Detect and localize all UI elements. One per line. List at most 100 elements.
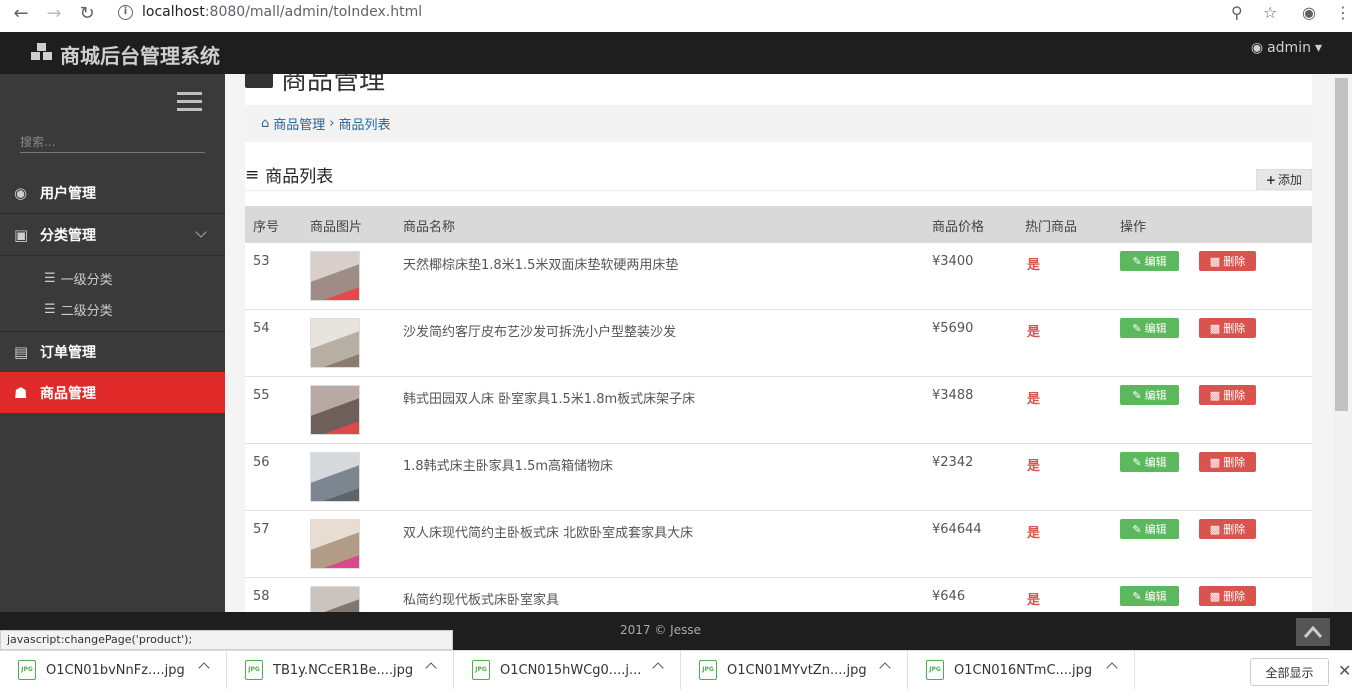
sidebar-item-categories[interactable]: ▣ 分类管理 — [0, 214, 225, 255]
table-row: 53 天然椰棕床垫1.8米1.5米双面床垫软硬两用床垫 ¥3400 是 ✎ 编辑 ▩ 删除 — [245, 243, 1312, 310]
edit-button-label: 编辑 — [1144, 255, 1167, 268]
trash-icon: ▩ — [1209, 589, 1221, 603]
more-menu-icon[interactable]: ⋮ — [1335, 3, 1351, 22]
trash-icon: ▩ — [1209, 455, 1221, 469]
breadcrumb-item[interactable]: 商品列表 — [338, 114, 390, 133]
profile-icon[interactable]: ◉ — [1302, 3, 1316, 22]
delete-button[interactable]: ▩ 删除 — [1199, 385, 1256, 405]
column-header: 商品价格 — [932, 220, 985, 235]
chevron-up-icon[interactable] — [879, 662, 891, 674]
product-name: 沙发简约客厅皮布艺沙发可拆洗小户型整装沙发 — [403, 325, 677, 340]
image-file-icon: JPG — [926, 660, 944, 680]
key-icon[interactable]: ⚲ — [1231, 3, 1243, 22]
main-area: 商品管理 ⌂ 商品管理 › 商品列表 ≡ 商品列表 + 添加 序号 商品图片 商… — [225, 74, 1333, 612]
table-row: 58 私简约现代板式床卧室家具 ¥646 是 ✎ 编辑 ▩ 删除 — [245, 578, 1312, 612]
delete-button-label: 删除 — [1223, 590, 1246, 603]
info-icon[interactable]: i — [118, 5, 133, 20]
delete-button-label: 删除 — [1223, 456, 1246, 469]
delete-button[interactable]: ▩ 删除 — [1199, 452, 1256, 472]
product-name: 韩式田园双人床 卧室家具1.5米1.8m板式床架子床 — [403, 392, 696, 407]
download-item[interactable]: JPG TB1y.NCcER1Be....jpg — [227, 651, 454, 689]
download-filename: O1CN01bvNnFz....jpg — [46, 662, 185, 678]
show-all-downloads-button[interactable]: 全部显示 — [1250, 658, 1329, 686]
download-item[interactable]: JPG O1CN01MYvtZn....jpg — [681, 651, 908, 689]
row-id: 53 — [253, 254, 270, 269]
forward-arrow-icon[interactable]: → — [43, 2, 65, 24]
sidebar-item-users[interactable]: ◉ 用户管理 — [0, 172, 225, 213]
downloads-bar: JPG O1CN01bvNnFz....jpg JPG TB1y.NCcER1Be..… — [0, 650, 1352, 689]
chevron-up-icon[interactable] — [652, 662, 664, 674]
product-name: 双人床现代简约主卧板式床 北欧卧室成套家具大床 — [403, 526, 694, 541]
sidebar-item-orders[interactable]: ▤ 订单管理 — [0, 331, 225, 372]
sidebar-subitem-level2[interactable]: ☰ 二级分类 — [44, 300, 113, 319]
sidebar-item-label: 商品管理 — [40, 385, 96, 402]
url-path: :8080/mall/admin/toIndex.html — [204, 4, 423, 20]
page-title: 商品管理 — [245, 74, 385, 97]
star-icon[interactable]: ☆ — [1263, 3, 1277, 22]
caret-down-icon: ▾ — [1314, 40, 1322, 56]
delete-button[interactable]: ▩ 删除 — [1199, 519, 1256, 539]
edit-button[interactable]: ✎ 编辑 — [1120, 452, 1179, 472]
file-text-icon: ▤ — [14, 342, 29, 361]
column-header: 商品图片 — [310, 220, 363, 235]
edit-icon: ✎ — [1132, 321, 1142, 335]
sidebar-item-label: 分类管理 — [40, 227, 96, 244]
product-name: 私简约现代板式床卧室家具 — [403, 593, 560, 608]
sidebar-search-input[interactable] — [20, 131, 205, 153]
download-item[interactable]: JPG O1CN016NTmC....jpg — [908, 651, 1135, 689]
admin-username: admin — [1267, 40, 1311, 56]
delete-button[interactable]: ▩ 删除 — [1199, 586, 1256, 606]
app-title[interactable]: 商城后台管理系统 — [30, 40, 220, 69]
hamburger-menu-icon[interactable] — [177, 92, 202, 112]
product-thumbnail — [310, 251, 360, 301]
hot-product-flag: 是 — [1027, 258, 1041, 273]
sidebar-subitem-level1[interactable]: ☰ 一级分类 — [44, 269, 113, 288]
delete-button[interactable]: ▩ 删除 — [1199, 251, 1256, 271]
edit-button-label: 编辑 — [1144, 322, 1167, 335]
chevron-up-icon — [1303, 625, 1323, 638]
edit-icon: ✎ — [1132, 388, 1142, 402]
user-circle-icon: ◉ — [14, 183, 28, 202]
hot-product-flag: 是 — [1027, 593, 1041, 608]
admin-user-menu[interactable]: ◉ admin ▾ — [1251, 40, 1322, 56]
delete-button[interactable]: ▩ 删除 — [1199, 318, 1256, 338]
row-id: 55 — [253, 388, 270, 403]
edit-icon: ✎ — [1132, 522, 1142, 536]
url-host: localhost — [142, 4, 205, 20]
edit-button[interactable]: ✎ 编辑 — [1120, 385, 1179, 405]
back-arrow-icon[interactable]: ← — [10, 2, 32, 24]
trash-icon: ▩ — [1209, 522, 1221, 536]
table-row: 55 韩式田园双人床 卧室家具1.5米1.8m板式床架子床 ¥3488 是 ✎ 编辑 ▩ 删除 — [245, 377, 1312, 444]
address-bar[interactable]: localhost:8080/mall/admin/toIndex.html — [142, 4, 422, 20]
product-thumbnail — [310, 452, 360, 502]
scrollbar[interactable] — [1333, 74, 1352, 612]
status-bar-url: javascript:changePage('product'); — [0, 630, 453, 650]
app-title-text: 商城后台管理系统 — [60, 44, 220, 68]
page-title-text: 商品管理 — [281, 74, 386, 96]
edit-button[interactable]: ✎ 编辑 — [1120, 251, 1179, 271]
image-file-icon: JPG — [245, 660, 263, 680]
table-row: 54 沙发简约客厅皮布艺沙发可拆洗小户型整装沙发 ¥5690 是 ✎ 编辑 ▩ 删除 — [245, 310, 1312, 377]
chevron-up-icon[interactable] — [425, 662, 437, 674]
breadcrumb-item[interactable]: 商品管理 — [273, 114, 325, 133]
image-file-icon: JPG — [699, 660, 717, 680]
edit-button[interactable]: ✎ 编辑 — [1120, 586, 1179, 606]
object-group-icon: ▣ — [14, 225, 29, 244]
add-product-button[interactable]: + 添加 — [1255, 169, 1312, 190]
edit-button-label: 编辑 — [1144, 389, 1167, 402]
back-to-top-button[interactable] — [1296, 618, 1330, 646]
product-thumbnail — [310, 385, 360, 435]
edit-icon: ✎ — [1132, 455, 1142, 469]
laptop-icon — [245, 74, 273, 88]
scrollbar-thumb[interactable] — [1335, 78, 1348, 411]
close-icon[interactable]: ✕ — [1338, 661, 1351, 680]
edit-button[interactable]: ✎ 编辑 — [1120, 519, 1179, 539]
download-item[interactable]: JPG O1CN01bvNnFz....jpg — [0, 651, 227, 689]
reload-icon[interactable]: ↻ — [76, 2, 98, 24]
download-item[interactable]: JPG O1CN015hWCg0....j... — [454, 651, 681, 689]
sidebar-item-products[interactable]: ☗ 商品管理 — [0, 372, 225, 413]
edit-button[interactable]: ✎ 编辑 — [1120, 318, 1179, 338]
hot-product-flag: 是 — [1027, 325, 1041, 340]
chevron-up-icon[interactable] — [198, 662, 210, 674]
chevron-up-icon[interactable] — [1106, 662, 1118, 674]
